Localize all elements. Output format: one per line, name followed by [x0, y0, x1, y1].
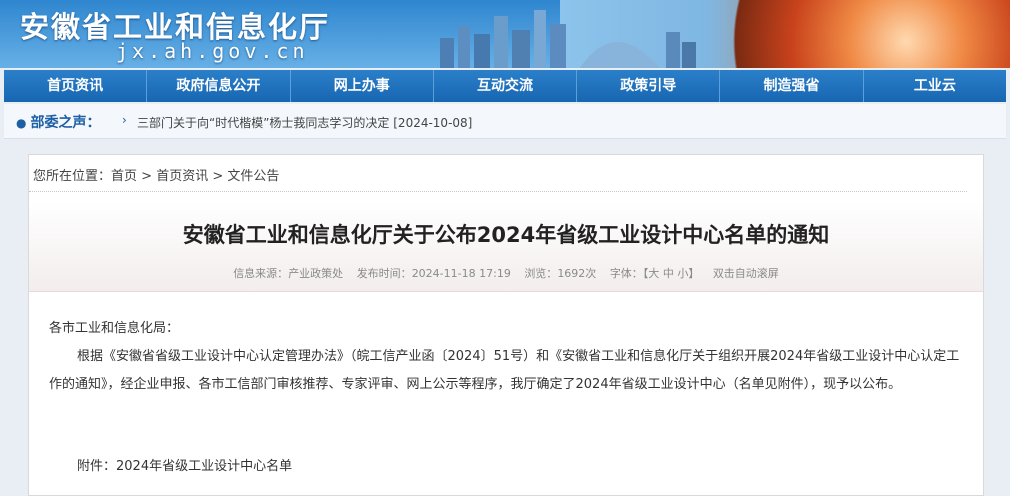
breadcrumb-section[interactable]: 首页资讯: [156, 169, 208, 184]
font-small-button[interactable]: 小: [677, 267, 688, 280]
nav-item-policy[interactable]: 政策引导: [577, 70, 721, 102]
salutation: 各市工业和信息化局：: [49, 321, 180, 336]
nav-item-interaction[interactable]: 互动交流: [434, 70, 578, 102]
city-skyline-image: [440, 10, 696, 68]
ticker-message-link[interactable]: 三部门关于向“时代楷模”杨士莪同志学习的决定 [2024-10-08]: [137, 114, 472, 131]
date-value: 2024-11-18 17:19: [411, 267, 511, 280]
nav-item-home-news[interactable]: 首页资讯: [4, 70, 148, 102]
ticker-label: ● 部委之声：: [16, 112, 100, 132]
header-banner: 安徽省工业和信息化厅 jx.ah.gov.cn: [0, 0, 1010, 68]
views-label: 浏览：: [524, 267, 558, 280]
body-paragraph: 根据《安徽省省级工业设计中心认定管理办法》（皖工信产业函〔2024〕51号）和《…: [49, 349, 960, 392]
attachment-link[interactable]: 附件：2024年省级工业设计中心名单: [77, 455, 292, 474]
breadcrumb-home[interactable]: 首页: [111, 169, 137, 184]
article-body: 各市工业和信息化局： 根据《安徽省省级工业设计中心认定管理办法》（皖工信产业函〔…: [49, 315, 964, 399]
views-value: 1692次: [557, 267, 597, 280]
font-size-label: 字体：: [609, 267, 643, 280]
source-value: 产业政策处: [288, 267, 344, 280]
breadcrumb-separator: >: [208, 169, 228, 184]
divider: [29, 191, 967, 192]
news-ticker: ● 部委之声： › 三部门关于向“时代楷模”杨士莪同志学习的决定 [2024-10…: [4, 104, 1006, 139]
date-label: 发布时间：: [356, 267, 412, 280]
arrow-right-icon: ›: [122, 113, 127, 127]
breadcrumb-separator: >: [137, 169, 157, 184]
font-medium-button[interactable]: 中: [663, 267, 674, 280]
steel-coil-image: [690, 0, 1010, 68]
main-nav: 首页资讯 政府信息公开 网上办事 互动交流 政策引导 制造强省 工业云: [4, 70, 1006, 102]
source-label: 信息来源：: [233, 267, 289, 280]
bullet-icon: ●: [16, 116, 27, 130]
nav-item-online-services[interactable]: 网上办事: [291, 70, 434, 102]
article-meta: 信息来源：产业政策处 发布时间：2024-11-18 17:19 浏览：1692…: [29, 265, 983, 281]
breadcrumb: 您所在位置：首页 > 首页资讯 > 文件公告: [33, 165, 279, 184]
font-large-button[interactable]: 大: [648, 267, 659, 280]
breadcrumb-current[interactable]: 文件公告: [227, 169, 279, 184]
content-panel: 您所在位置：首页 > 首页资讯 > 文件公告 安徽省工业和信息化厅关于公布202…: [28, 154, 984, 496]
nav-item-manufacturing[interactable]: 制造强省: [720, 70, 864, 102]
nav-item-industry-cloud[interactable]: 工业云: [864, 70, 1006, 102]
article-title: 安徽省工业和信息化厅关于公布2024年省级工业设计中心名单的通知: [182, 223, 830, 247]
ticker-label-text: 部委之声：: [30, 115, 101, 131]
bracket-close: 】: [688, 267, 700, 280]
site-domain: jx.ah.gov.cn: [116, 39, 309, 63]
nav-item-gov-info[interactable]: 政府信息公开: [147, 70, 291, 102]
article-header: 安徽省工业和信息化厅关于公布2024年省级工业设计中心名单的通知 信息来源：产业…: [29, 201, 983, 292]
autoscroll-hint: 双击自动滚屏: [712, 267, 779, 280]
breadcrumb-prefix: 您所在位置：: [33, 169, 112, 184]
